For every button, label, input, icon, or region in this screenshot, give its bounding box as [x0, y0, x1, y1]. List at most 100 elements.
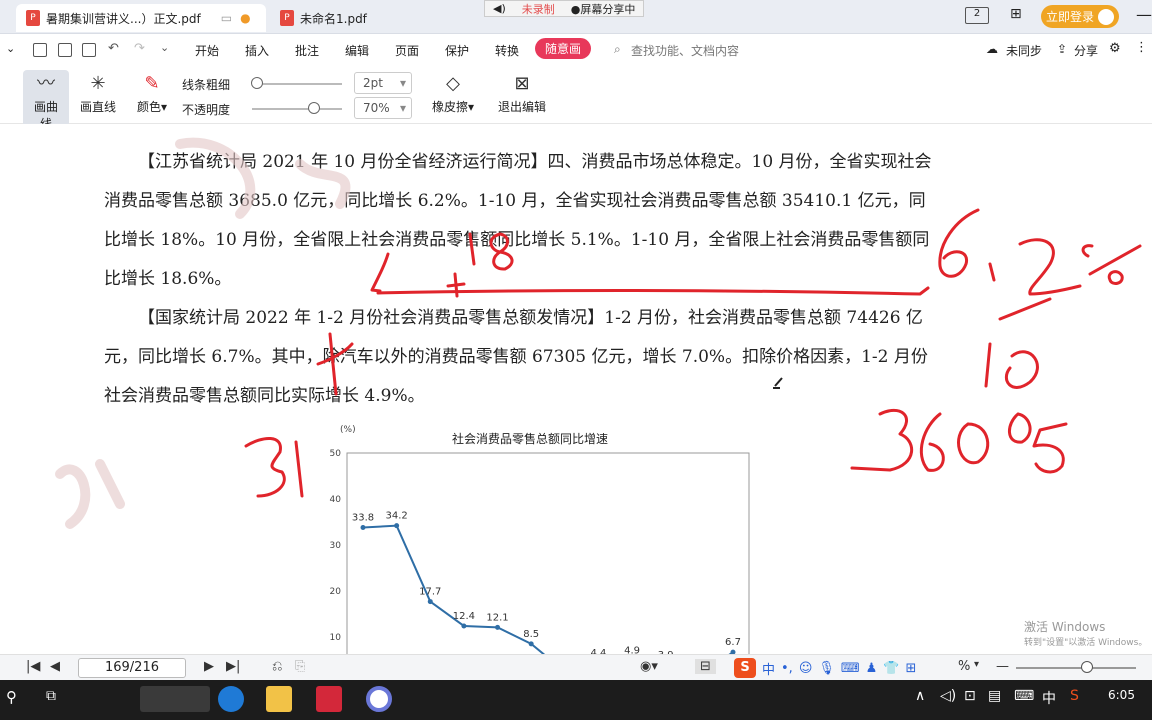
skin-shirt-icon[interactable]: 👕 [883, 661, 899, 676]
y-tick-label: 50 [330, 449, 342, 459]
next-page-icon[interactable]: ▶ [204, 659, 214, 674]
curve-pen-icon: 〰 [37, 73, 55, 94]
login-button[interactable]: 立即登录 [1041, 5, 1119, 28]
screen-share-status[interactable]: ●屏幕分享中 [563, 1, 644, 17]
last-page-icon[interactable]: ▶| [226, 659, 240, 674]
data-label: 4.9 [624, 645, 640, 654]
speaker-icon[interactable]: ◀) [485, 2, 514, 15]
emoji-icon[interactable]: ☺ [799, 661, 813, 676]
menu-freehand-draw[interactable]: 随意画 [535, 38, 592, 59]
page-layout-icon[interactable]: ⊟ [695, 659, 716, 674]
ime-language[interactable]: 中 [762, 659, 775, 678]
input-language[interactable]: 中 [1042, 688, 1056, 708]
menu-comment[interactable]: 批注 [295, 42, 319, 59]
data-label: 8.5 [523, 629, 539, 640]
taskbar-app-blurred[interactable] [140, 686, 210, 712]
tab-label: 暑期集训营讲义...）正文.pdf [46, 11, 201, 26]
line-star-icon: ✳ [90, 73, 106, 94]
opacity-label: 不透明度 [182, 103, 231, 117]
zoom-slider-handle[interactable] [1081, 661, 1093, 673]
recorder-app-icon[interactable] [366, 686, 392, 712]
curve-tool[interactable]: 〰 画曲线 [23, 70, 69, 132]
wps-office-icon[interactable] [316, 686, 342, 712]
forward-icon[interactable]: ⎘ [295, 659, 305, 674]
file-explorer-icon[interactable] [266, 686, 292, 712]
notes-icon[interactable]: ▤ [988, 688, 1001, 704]
menu-insert[interactable]: 插入 [245, 42, 269, 59]
avatar [1098, 8, 1114, 25]
tab-lecture-pdf[interactable]: P 暑期集训营讲义...）正文.pdf ▭ ● [16, 4, 266, 32]
sync-status[interactable]: 未同步 [1006, 42, 1042, 59]
back-icon[interactable]: ⎌ [272, 659, 282, 674]
page-number-input[interactable]: 169/216 [78, 658, 186, 678]
y-tick-label: 40 [330, 495, 342, 505]
sogou-logo-icon[interactable]: S [734, 658, 756, 678]
search-icon[interactable]: ⌕ [614, 42, 621, 57]
tray-chevron-up-icon[interactable]: ∧ [915, 688, 925, 704]
redo-icon[interactable]: ↷ [134, 41, 145, 56]
grid-apps-icon[interactable]: ⊞ [1010, 6, 1022, 22]
search-icon[interactable]: ⚲ [6, 688, 17, 706]
undo-icon[interactable]: ↶ [108, 41, 119, 56]
zoom-out-icon[interactable]: — [996, 659, 1009, 674]
line-tool[interactable]: ✳ 画直线 [78, 70, 118, 115]
save-icon[interactable] [58, 43, 72, 57]
cloud-sync-icon[interactable]: ☁ [986, 42, 998, 56]
menu-page[interactable]: 页面 [395, 42, 419, 59]
settings-gear-icon[interactable]: ⚙ [1109, 41, 1121, 56]
data-point [461, 623, 467, 629]
data-label: 6.7 [725, 637, 741, 648]
first-page-icon[interactable]: |◀ [26, 659, 40, 674]
opacity-slider-handle[interactable] [308, 102, 320, 114]
clock[interactable]: 6:05 [1108, 688, 1135, 702]
zoom-slider[interactable] [1016, 667, 1136, 669]
thickness-slider-handle[interactable] [251, 77, 263, 89]
paragraph-jiangsu: 【江苏省统计局 2021 年 10 月份全省经济运行简况】四、消费品市场总体稳定… [104, 152, 932, 289]
menu-start[interactable]: 开始 [195, 42, 219, 59]
page-view-icon[interactable]: 2 [965, 7, 989, 24]
menu-edit[interactable]: 编辑 [345, 42, 369, 59]
more-icon[interactable]: ⌄ [160, 41, 169, 54]
thickness-slider[interactable] [252, 83, 342, 85]
task-view-icon[interactable]: ⧉ [46, 688, 56, 704]
eraser-tool[interactable]: ◇ 橡皮擦▾ [428, 70, 478, 115]
minimize-icon[interactable]: — [1136, 5, 1152, 24]
zoom-percent[interactable]: % [958, 659, 970, 674]
share-button[interactable]: 分享 [1074, 42, 1098, 59]
zoom-dropdown-icon[interactable]: ▾ [974, 659, 979, 670]
search-input[interactable]: 查找功能、文档内容 [631, 42, 739, 59]
open-folder-icon[interactable] [33, 43, 47, 57]
volume-icon[interactable]: ◁) [940, 688, 956, 704]
chart-y-axis: 10 20 30 40 50 [330, 449, 342, 643]
exit-edit-button[interactable]: ⊠ 退出编辑 [494, 70, 550, 115]
tab-untitled-pdf[interactable]: P 未命名1.pdf [270, 4, 470, 32]
thickness-select[interactable]: 2pt [354, 72, 412, 94]
chevron-down-icon[interactable]: ⌄ [6, 42, 15, 55]
keyboard-tray-icon[interactable]: ⌨ [1014, 688, 1034, 704]
sogou-tray-icon[interactable]: S [1070, 688, 1079, 704]
eye-view-icon[interactable]: ◉▾ [640, 659, 658, 674]
print-icon[interactable] [82, 43, 96, 57]
data-point [495, 624, 501, 630]
prev-page-icon[interactable]: ◀ [50, 659, 60, 674]
data-label: 17.7 [419, 587, 441, 598]
share-icon[interactable]: ⇪ [1057, 42, 1067, 56]
record-status[interactable]: 未录制 [514, 1, 563, 17]
keyboard-icon[interactable]: ⌨ [841, 661, 860, 676]
menu-protect[interactable]: 保护 [445, 42, 469, 59]
opacity-slider[interactable] [252, 108, 342, 110]
network-icon[interactable]: ⊡ [964, 688, 976, 704]
monitor-icon[interactable]: ▭ [221, 11, 232, 25]
color-label: 颜色▾ [136, 100, 168, 114]
chart-title: 社会消费品零售总额同比增速 [452, 431, 608, 446]
menu-convert[interactable]: 转换 [495, 42, 519, 59]
edge-browser-icon[interactable] [218, 686, 244, 712]
drawing-toolbar: 〰 画曲线 ✳ 画直线 ✎ 颜色▾ 线条粗细 2pt 不透明度 70% ◇ 橡皮… [0, 66, 1152, 132]
opacity-select[interactable]: 70% [354, 97, 412, 119]
ime-punctuation[interactable]: •, [781, 661, 793, 676]
user-icon[interactable]: ♟ [866, 661, 878, 676]
toolbox-grid-icon[interactable]: ⊞ [906, 661, 917, 676]
voice-mic-icon[interactable]: 🎙 [818, 661, 835, 676]
more-options-icon[interactable]: ⋮ [1135, 40, 1148, 55]
color-tool[interactable]: ✎ 颜色▾ [132, 70, 172, 115]
